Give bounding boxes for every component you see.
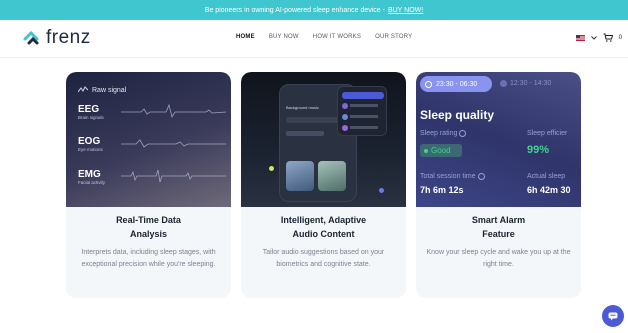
app-phone-visual: Background music — [241, 72, 406, 207]
playlist-popup — [337, 86, 387, 136]
nav-menu: HOME BUY NOW HOW IT WORKS OUR STORY — [236, 34, 412, 40]
rating-label-text: Sleep rating — [420, 130, 458, 137]
card-description: Tailor audio suggestions based on your b… — [262, 249, 385, 268]
card-description: Interprets data, including sleep stages,… — [81, 249, 216, 268]
efficiency-value: 99% — [527, 144, 550, 156]
time-chip-inactive[interactable]: 12:30 - 14:30 — [500, 80, 551, 87]
us-flag-icon[interactable] — [575, 34, 585, 41]
sleep-quality-visual: 23:30 - 06:30 12:30 - 14:30 Sleep qualit… — [416, 72, 581, 207]
phone-row — [286, 131, 324, 136]
title-line: Intelligent, Adaptive — [280, 215, 367, 225]
phone-thumbnail — [286, 161, 314, 191]
title-line: Analysis — [129, 229, 168, 239]
light-dot — [269, 166, 274, 171]
playlist-item-active — [342, 92, 384, 99]
playlist-dot — [342, 103, 348, 109]
cart-icon[interactable] — [603, 33, 613, 42]
sleep-rating-label: Sleep rating — [420, 130, 467, 137]
title-line: Smart Alarm — [471, 215, 526, 225]
card-adaptive-audio: Background music Intelligent, Adaptive A… — [241, 72, 406, 298]
card-real-time-data: Raw signal EEG Brain signals EOG Eye mot… — [66, 72, 231, 298]
title-line: Real-Time Data — [116, 215, 181, 225]
promo-text: Be pioneers in owning AI-powered sleep e… — [204, 6, 385, 14]
nav-buy-now[interactable]: BUY NOW — [269, 34, 299, 40]
waveforms — [121, 103, 227, 183]
nav-home[interactable]: HOME — [236, 34, 255, 40]
time-chip-label: 23:30 - 06:30 — [436, 80, 478, 88]
playlist-line — [350, 126, 378, 129]
playlist-dot — [342, 125, 348, 131]
main-nav: frenz HOME BUY NOW HOW IT WORKS OUR STOR… — [0, 20, 628, 58]
nav-how-it-works[interactable]: HOW IT WORKS — [313, 34, 361, 40]
promo-banner: Be pioneers in owning AI-powered sleep e… — [0, 0, 628, 20]
chat-button[interactable] — [602, 305, 624, 327]
raw-signal-visual: Raw signal EEG Brain signals EOG Eye mot… — [66, 72, 231, 207]
rating-value: Good — [431, 146, 451, 155]
logo-text: frenz — [46, 27, 91, 48]
phone-heading: Background music — [286, 105, 319, 110]
efficiency-label: Sleep efficier — [527, 130, 568, 137]
light-dot — [379, 188, 384, 193]
info-icon[interactable] — [459, 130, 467, 137]
nav-right: 0 — [575, 33, 622, 42]
title-line: Feature — [482, 229, 515, 239]
session-label-text: Total session time — [420, 173, 476, 180]
sleep-quality-heading: Sleep quality — [420, 108, 495, 122]
nav-our-story[interactable]: OUR STORY — [375, 34, 412, 40]
playlist-dot — [342, 114, 348, 120]
clock-icon — [500, 80, 507, 87]
status-dot — [424, 148, 428, 153]
card-title: Real-Time Data Analysis — [66, 213, 231, 241]
buy-now-link[interactable]: BUY NOW! — [388, 7, 423, 14]
time-chip-active[interactable]: 23:30 - 06:30 — [420, 76, 492, 92]
rating-badge: Good — [420, 144, 462, 157]
playlist-line — [350, 115, 378, 118]
actual-sleep-label: Actual sleep — [527, 173, 566, 180]
feature-cards: Raw signal EEG Brain signals EOG Eye mot… — [66, 72, 581, 298]
logo[interactable]: frenz — [22, 27, 91, 49]
logo-icon — [23, 30, 39, 45]
session-label: Total session time — [420, 173, 485, 180]
cart-count: 0 — [618, 34, 622, 41]
actual-sleep-value: 6h 42m 30 — [527, 185, 571, 195]
card-smart-alarm: 23:30 - 06:30 12:30 - 14:30 Sleep qualit… — [416, 72, 581, 298]
card-title: Smart Alarm Feature — [416, 213, 581, 241]
chevron-down-icon[interactable] — [590, 35, 597, 40]
info-icon[interactable] — [477, 173, 485, 180]
clock-icon — [425, 80, 432, 88]
card-title: Intelligent, Adaptive Audio Content — [241, 213, 406, 241]
card-description: Know your sleep cycle and wake you up at… — [426, 249, 571, 268]
title-line: Audio Content — [292, 229, 355, 239]
chat-icon — [608, 312, 618, 320]
playlist-line — [350, 104, 378, 107]
time-chip-label: 12:30 - 14:30 — [510, 80, 552, 87]
phone-thumbnail — [318, 161, 346, 191]
session-value: 7h 6m 12s — [420, 185, 464, 195]
